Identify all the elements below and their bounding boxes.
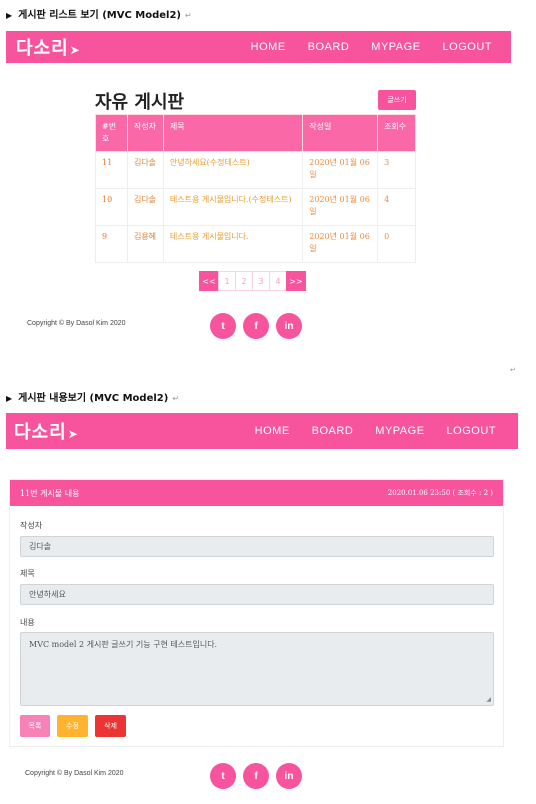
facebook-icon[interactable]: f	[243, 313, 269, 339]
cell-views: 0	[377, 225, 416, 263]
copyright: Copyright © By Dasol Kim 2020	[25, 770, 124, 777]
pagination-next[interactable]: >>	[286, 271, 306, 291]
post-title-link[interactable]: 안녕하세요(수정테스트)	[162, 151, 304, 189]
column-header-views: 조회수	[377, 114, 416, 152]
copyright: Copyright © By Dasol Kim 2020	[27, 320, 126, 327]
linkedin-icon[interactable]: in	[276, 313, 302, 339]
pagination-page-3[interactable]: 3	[252, 271, 270, 291]
nav-menu: HOME BOARD MYPAGE LOGOUT	[233, 425, 510, 437]
return-mark: ↵	[172, 394, 180, 403]
cell-num: 9	[95, 225, 128, 263]
cell-date: 2020년 01월 06일	[302, 225, 379, 263]
delete-button[interactable]: 삭제	[95, 715, 126, 737]
nav-menu: HOME BOARD MYPAGE LOGOUT	[229, 41, 501, 53]
column-header-date: 작성일	[302, 114, 379, 152]
nav-board[interactable]: BOARD	[308, 41, 350, 53]
logo-text: 다소리	[16, 38, 69, 59]
list-button[interactable]: 목록	[20, 715, 50, 737]
cursor-icon: ➤	[67, 427, 79, 441]
nav-mypage[interactable]: MYPAGE	[375, 425, 424, 437]
twitter-icon[interactable]: t	[210, 313, 236, 339]
nav-logout[interactable]: LOGOUT	[447, 425, 496, 437]
return-mark: ↵	[510, 366, 516, 374]
post-header-title: 11번 게시물 내용	[20, 488, 80, 498]
writer-field[interactable]: 김다솔	[20, 536, 494, 557]
resize-handle-icon[interactable]: ◢	[486, 696, 491, 703]
post-title-link[interactable]: 테스트용 게시물입니다.(수정테스트)	[162, 188, 304, 226]
cell-num: 11	[95, 151, 128, 189]
content-text: MVC model 2 게시판 글쓰기 기능 구현 테스트입니다.	[29, 640, 218, 649]
column-header-title: 제목	[162, 114, 304, 152]
table-row[interactable]: 10 김다솔 테스트용 게시물입니다.(수정테스트) 2020년 01월 06일…	[95, 188, 416, 226]
cell-date: 2020년 01월 06일	[302, 151, 379, 189]
cell-views: 4	[377, 188, 416, 226]
content-textarea[interactable]: MVC model 2 게시판 글쓰기 기능 구현 테스트입니다. ◢	[20, 632, 494, 706]
linkedin-icon[interactable]: in	[276, 763, 302, 789]
cell-writer: 김다솔	[126, 188, 164, 226]
navbar: 다소리➤ HOME BOARD MYPAGE LOGOUT	[6, 31, 511, 63]
content-label: 내용	[20, 618, 35, 627]
pagination: << 1 2 3 4 >>	[199, 271, 306, 291]
nav-board[interactable]: BOARD	[312, 425, 354, 437]
bullet-arrow-icon: ▶	[6, 394, 13, 403]
edit-button[interactable]: 수정	[57, 715, 88, 737]
post-detail-panel: 11번 게시물 내용 2020.01.06 23:50 ( 조회수 : 2 ) …	[9, 479, 504, 747]
facebook-icon[interactable]: f	[243, 763, 269, 789]
nav-home[interactable]: HOME	[255, 425, 290, 437]
title-field[interactable]: 안녕하세요	[20, 584, 494, 605]
social-links: t f in	[210, 313, 309, 339]
logo[interactable]: 다소리➤	[14, 418, 79, 444]
return-mark: ↵	[185, 11, 192, 20]
board-table: #번호 작성자 제목 작성일 조회수 11 김다솔 안녕하세요(수정테스트) 2…	[95, 114, 416, 263]
column-header-writer: 작성자	[126, 114, 164, 152]
pagination-page-4[interactable]: 4	[269, 271, 287, 291]
post-title-link[interactable]: 테스트용 게시물입니다.	[162, 225, 304, 263]
cursor-icon: ➤	[69, 43, 81, 57]
section-heading-detail: ▶ 게시판 내용보기 (MVC Model2) ↵	[6, 389, 179, 404]
table-row[interactable]: 9 김용혜 테스트용 게시물입니다. 2020년 01월 06일 0	[95, 225, 416, 263]
cell-writer: 김용혜	[126, 225, 164, 263]
table-row[interactable]: 11 김다솔 안녕하세요(수정테스트) 2020년 01월 06일 3	[95, 151, 416, 189]
logo[interactable]: 다소리➤	[16, 34, 81, 60]
page-title: 자유 게시판	[95, 92, 185, 113]
twitter-icon[interactable]: t	[210, 763, 236, 789]
column-header-num: #번호	[95, 114, 128, 152]
nav-logout[interactable]: LOGOUT	[443, 41, 492, 53]
post-header-meta: 2020.01.06 23:50 ( 조회수 : 2 )	[387, 489, 493, 497]
pagination-prev[interactable]: <<	[199, 271, 219, 291]
pagination-page-1[interactable]: 1	[218, 271, 236, 291]
post-action-buttons: 목록 수정 삭제	[20, 715, 133, 737]
cell-writer: 김다솔	[126, 151, 164, 189]
cell-views: 3	[377, 151, 416, 189]
nav-mypage[interactable]: MYPAGE	[371, 41, 420, 53]
nav-home[interactable]: HOME	[251, 41, 286, 53]
post-header: 11번 게시물 내용 2020.01.06 23:50 ( 조회수 : 2 )	[10, 480, 503, 506]
bullet-arrow-icon: ▶	[6, 11, 13, 20]
section-heading-text: 게시판 내용보기 (MVC Model2)	[18, 393, 169, 404]
table-header-row: #번호 작성자 제목 작성일 조회수	[95, 114, 416, 152]
logo-text: 다소리	[14, 422, 67, 443]
section-heading-text: 게시판 리스트 보기 (MVC Model2)	[18, 10, 181, 21]
write-button[interactable]: 글쓰기	[378, 90, 416, 110]
cell-date: 2020년 01월 06일	[302, 188, 379, 226]
cell-num: 10	[95, 188, 128, 226]
pagination-page-2[interactable]: 2	[235, 271, 253, 291]
title-label: 제목	[20, 569, 35, 578]
navbar: 다소리➤ HOME BOARD MYPAGE LOGOUT	[6, 413, 518, 449]
section-heading-list: ▶ 게시판 리스트 보기 (MVC Model2) ↵	[6, 6, 192, 21]
social-links: t f in	[210, 763, 309, 789]
writer-label: 작성자	[20, 521, 43, 530]
